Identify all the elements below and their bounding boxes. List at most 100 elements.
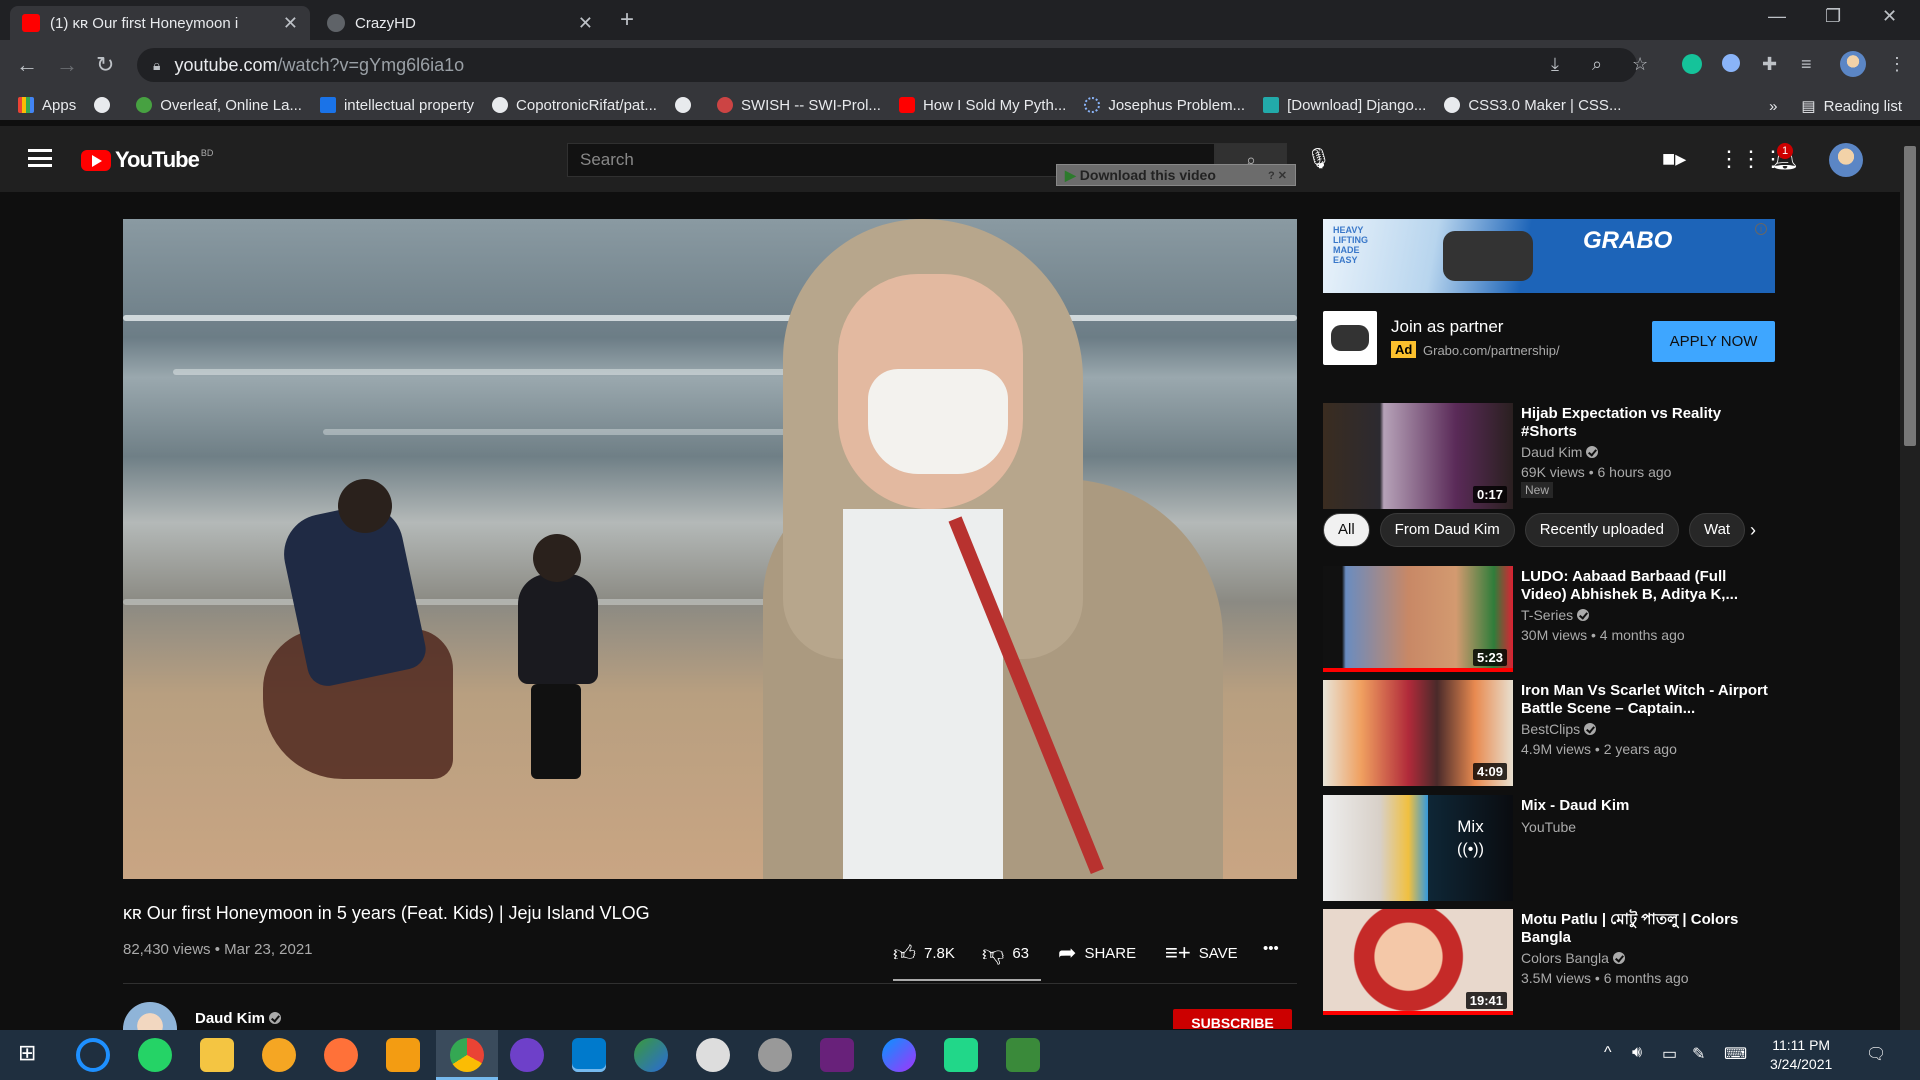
scrollbar-thumb[interactable] [1904, 146, 1916, 446]
like-button[interactable]: 👍︎ 7.8K [893, 940, 955, 967]
ad-banner[interactable]: HEAVY LIFTING MADE EASY GRABO i [1323, 219, 1775, 293]
apply-now-button[interactable]: APPLY NOW [1652, 321, 1775, 362]
chrome-icon[interactable] [450, 1038, 484, 1072]
extension-icon[interactable] [1722, 54, 1740, 72]
vscode-icon[interactable] [572, 1038, 606, 1072]
visual-studio-icon[interactable] [820, 1038, 854, 1072]
app-icon[interactable] [758, 1038, 792, 1072]
youtube-favicon-icon [22, 14, 40, 32]
channel-name[interactable]: Daud Kim [195, 1010, 282, 1027]
share-button[interactable]: ➦ SHARE [1058, 940, 1136, 966]
bookmark-star-icon[interactable]: ☆ [1632, 54, 1648, 75]
ad-badge: Ad [1391, 341, 1417, 358]
network-icon[interactable]: ▭ [1662, 1044, 1677, 1064]
bookmark-youtube[interactable]: How I Sold My Pyth... [898, 97, 1066, 114]
profile-avatar[interactable] [1840, 51, 1866, 77]
bookmark-django[interactable]: [Download] Django... [1263, 97, 1426, 114]
ad-info-icon[interactable]: i [1755, 223, 1767, 235]
hamburger-menu-icon[interactable] [28, 149, 52, 167]
restore-icon[interactable]: ❐ [1825, 6, 1841, 27]
site-icon [319, 97, 336, 113]
more-actions-button[interactable]: ••• [1263, 940, 1279, 957]
bookmark-intellectual-property[interactable]: intellectual property [319, 97, 474, 114]
bookmark-swish[interactable]: SWISH -- SWI-Prol... [716, 96, 881, 114]
dislike-button[interactable]: 👎︎ 63 [982, 940, 1029, 967]
forward-icon[interactable]: → [56, 52, 78, 78]
account-avatar[interactable] [1829, 143, 1863, 177]
app-icon[interactable] [386, 1038, 420, 1072]
tab-youtube[interactable]: (1) ᴋʀ Our first Honeymoon i ✕ [10, 6, 310, 40]
messenger-icon[interactable] [882, 1038, 916, 1072]
github-desktop-icon[interactable] [510, 1038, 544, 1072]
reading-list-button[interactable]: Reading list [1824, 98, 1902, 115]
chip-watched[interactable]: Wat [1688, 513, 1746, 547]
grammarly-icon[interactable] [1682, 54, 1702, 74]
page-scrollbar[interactable] [1900, 126, 1920, 1030]
file-explorer-icon[interactable] [200, 1038, 234, 1072]
like-ratio-bar [893, 979, 1041, 981]
media-control-icon[interactable]: ≡ [1801, 54, 1812, 75]
app-icon[interactable] [696, 1038, 730, 1072]
pycharm-icon[interactable] [944, 1038, 978, 1072]
recommendation-item[interactable]: 0:17 Hijab Expectation vs Reality #Short… [1323, 403, 1783, 511]
app-icon[interactable] [634, 1038, 668, 1072]
browser-app-icon[interactable] [262, 1038, 296, 1072]
video-figure-girl [763, 219, 1297, 879]
chevron-right-icon[interactable]: › [1750, 520, 1756, 541]
save-button[interactable]: ≡+ SAVE [1165, 940, 1238, 966]
volume-icon[interactable]: 🔊︎ [1632, 1044, 1642, 1062]
minimize-icon[interactable]: — [1768, 6, 1786, 27]
zoom-icon[interactable]: ⌕ [1592, 54, 1602, 75]
app-icon[interactable] [1006, 1038, 1040, 1072]
chip-recently-uploaded[interactable]: Recently uploaded [1524, 513, 1679, 547]
recommendation-item[interactable]: 4:09 Iron Man Vs Scarlet Witch - Airport… [1323, 680, 1783, 788]
windows-start-icon[interactable]: ⊞ [18, 1040, 36, 1066]
pen-icon[interactable]: ✎ [1692, 1044, 1705, 1064]
microphone-icon[interactable]: 🎙︎ [1306, 146, 1331, 171]
chip-all[interactable]: All [1323, 513, 1370, 547]
recommendation-item[interactable]: Mix ((•)) Mix - Daud Kim YouTube [1323, 795, 1783, 903]
menu-kebab-icon[interactable]: ⋮ [1888, 54, 1906, 75]
filter-chips: All From Daud Kim Recently uploaded Wat [1323, 513, 1775, 547]
youtube-logo[interactable]: YouTube BD [81, 147, 213, 173]
sync-app-icon[interactable] [76, 1038, 110, 1072]
address-bar[interactable]: 🔒︎ youtube.com/watch?v=gYmg6l6ia1o [137, 48, 1637, 82]
window-close-icon[interactable]: ✕ [1882, 6, 1897, 27]
bookmark-label: SWISH -- SWI-Prol... [740, 96, 881, 114]
tab-crazyhd[interactable]: CrazyHD ✕ [315, 6, 605, 40]
keyboard-icon[interactable]: ⌨ [1724, 1044, 1747, 1064]
notifications-icon[interactable]: 🗨︎ [1866, 1044, 1886, 1064]
channel-text: BestClips [1521, 721, 1581, 737]
bookmark-globe-2[interactable] [674, 97, 699, 113]
video-player[interactable] [123, 219, 1297, 879]
globe-icon [1444, 97, 1461, 113]
bookmark-apps[interactable]: Apps [18, 97, 76, 114]
bookmark-css3[interactable]: CSS3.0 Maker | CSS... [1444, 97, 1621, 114]
close-tab-icon[interactable]: ✕ [283, 13, 298, 34]
back-icon[interactable]: ← [16, 52, 38, 78]
chip-from-channel[interactable]: From Daud Kim [1379, 513, 1515, 547]
reload-icon[interactable]: ↻ [96, 52, 114, 78]
new-tab-button[interactable]: + [620, 6, 634, 34]
subscribe-button[interactable]: SUBSCRIBE [1173, 1009, 1292, 1029]
bookmark-github[interactable]: CopotronicRifat/pat... [492, 97, 657, 114]
bookmark-overleaf[interactable]: Overleaf, Online La... [136, 97, 302, 114]
bookmark-globe[interactable] [94, 97, 118, 113]
bookmark-label: Overleaf, Online La... [160, 96, 302, 114]
close-tab-icon[interactable]: ✕ [578, 13, 593, 34]
install-icon[interactable]: ⤓ [1551, 54, 1559, 75]
firefox-icon[interactable] [324, 1038, 358, 1072]
more-bookmarks-icon[interactable]: » [1769, 98, 1777, 115]
recommendation-item[interactable]: 19:41 Motu Patlu | মোটু পাতলু | Colors B… [1323, 909, 1783, 1017]
help-close-icons[interactable]: ? ✕ [1268, 169, 1287, 182]
puzzle-extensions-icon[interactable]: ✚ [1762, 54, 1777, 75]
more-horizontal-icon: ••• [1263, 940, 1279, 957]
create-video-icon[interactable]: ■▸ [1662, 146, 1686, 172]
whatsapp-icon[interactable] [138, 1038, 172, 1072]
bookmark-josephus[interactable]: Josephus Problem... [1084, 97, 1245, 114]
watch-progress-bar [1323, 668, 1513, 672]
download-video-button[interactable]: ▶ Download this video ? ✕ [1056, 164, 1296, 186]
recommendation-item[interactable]: 5:23 LUDO: Aabaad Barbaad (Full Video) A… [1323, 566, 1783, 674]
taskbar-clock[interactable]: 11:11 PM 3/24/2021 [1770, 1036, 1832, 1074]
tray-chevron-up-icon[interactable]: ^ [1604, 1044, 1612, 1062]
